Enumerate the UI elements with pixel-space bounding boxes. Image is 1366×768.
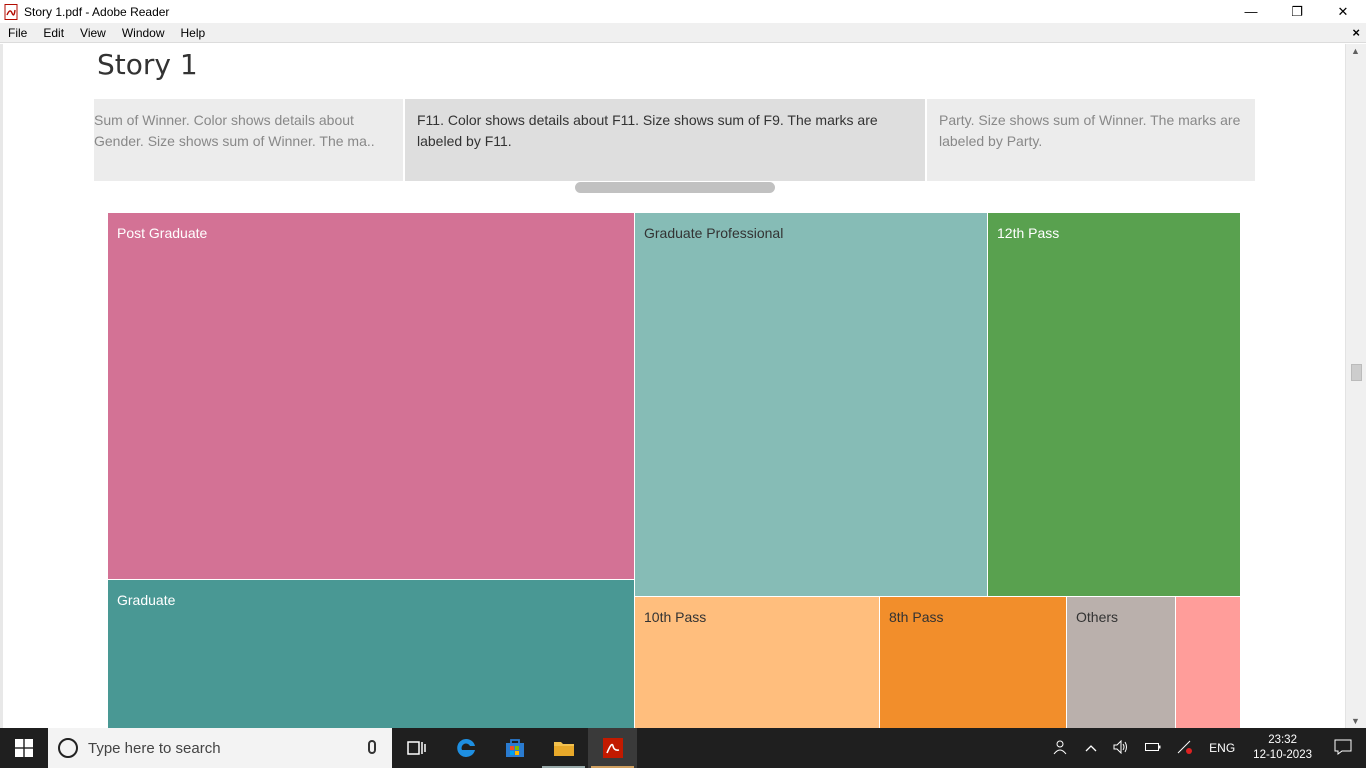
close-button[interactable]: ✕ — [1320, 0, 1366, 23]
treemap-cell-label: 8th Pass — [889, 609, 944, 625]
vertical-scrollbar[interactable]: ▲ ▼ — [1345, 44, 1366, 728]
menu-help[interactable]: Help — [173, 26, 214, 40]
battery-icon[interactable] — [1145, 741, 1161, 755]
search-placeholder: Type here to search — [88, 739, 221, 757]
story-point-3[interactable]: Party. Size shows sum of Winner. The mar… — [927, 99, 1255, 181]
treemap-cell-label: 12th Pass — [997, 225, 1060, 241]
treemap-cell-post-graduate[interactable]: Post Graduate — [108, 213, 634, 579]
story-horizontal-scrollbar[interactable] — [575, 182, 775, 193]
taskbar: Type here to search ENG 23:32 12-10-2023 — [0, 728, 1366, 768]
story-point-1[interactable]: Sum of Winner. Color shows details about… — [94, 99, 403, 181]
adobe-reader-taskbar-icon[interactable] — [588, 728, 637, 768]
taskbar-search-box[interactable]: Type here to search — [48, 728, 392, 768]
document-view[interactable]: Story 1 Sum of Winner. Color shows detai… — [0, 44, 1366, 728]
window-title: Story 1.pdf - Adobe Reader — [24, 4, 170, 19]
treemap-cell-8th-pass[interactable]: 8th Pass — [880, 597, 1066, 728]
cortana-icon — [58, 738, 78, 758]
adobe-pdf-icon — [4, 3, 18, 20]
story-navigator: Sum of Winner. Color shows details about… — [94, 99, 1255, 181]
clock[interactable]: 23:32 12-10-2023 — [1253, 733, 1312, 763]
chevron-up-icon[interactable] — [1085, 741, 1097, 755]
menu-file[interactable]: File — [0, 26, 35, 40]
title-bar: Story 1.pdf - Adobe Reader — ❐ ✕ — [0, 0, 1366, 23]
menu-window[interactable]: Window — [114, 26, 173, 40]
scroll-up-icon[interactable]: ▲ — [1351, 46, 1360, 56]
treemap-cell-graduate-professional[interactable]: Graduate Professional — [635, 213, 987, 596]
scroll-down-icon[interactable]: ▼ — [1351, 716, 1360, 726]
treemap-cell-label: Post Graduate — [117, 225, 208, 241]
notifications-icon[interactable] — [1334, 739, 1352, 758]
restore-button[interactable]: ❐ — [1274, 0, 1320, 23]
treemap-cell-graduate[interactable]: Graduate — [108, 580, 634, 728]
edge-browser-icon[interactable] — [441, 728, 490, 768]
treemap-cell-unlabeled[interactable] — [1176, 597, 1240, 728]
system-tray: ENG 23:32 12-10-2023 — [1045, 728, 1366, 768]
treemap-cell-label: Graduate Professional — [644, 225, 784, 241]
menu-view[interactable]: View — [72, 26, 114, 40]
task-view-icon[interactable] — [392, 728, 441, 768]
start-button[interactable] — [0, 728, 48, 768]
menu-bar: File Edit View Window Help × — [0, 23, 1366, 43]
story-point-2[interactable]: F11. Color shows details about F11. Size… — [405, 99, 925, 181]
clock-time: 23:32 — [1268, 734, 1297, 746]
treemap-cell-label: Others — [1076, 609, 1119, 625]
treemap-chart: Post Graduate Graduate Graduate Profession… — [108, 213, 1241, 728]
clock-date: 12-10-2023 — [1253, 749, 1312, 761]
file-explorer-icon[interactable] — [539, 728, 588, 768]
treemap-cell-12th-pass[interactable]: 12th Pass — [988, 213, 1240, 596]
store-icon[interactable] — [490, 728, 539, 768]
document-border — [0, 44, 3, 728]
windows-icon — [15, 739, 33, 757]
close-document-button[interactable]: × — [1352, 25, 1360, 40]
menu-edit[interactable]: Edit — [35, 26, 72, 40]
scroll-thumb[interactable] — [1351, 364, 1362, 381]
treemap-cell-10th-pass[interactable]: 10th Pass — [635, 597, 879, 728]
minimize-button[interactable]: — — [1228, 0, 1274, 23]
story-title: Story 1 — [97, 48, 198, 81]
treemap-cell-label: 10th Pass — [644, 609, 707, 625]
network-disconnected-icon[interactable] — [1177, 740, 1193, 757]
treemap-cell-label: Graduate — [117, 592, 176, 608]
treemap-cell-others[interactable]: Others — [1067, 597, 1175, 728]
microphone-icon[interactable] — [368, 740, 376, 754]
volume-icon[interactable] — [1113, 739, 1129, 757]
language-indicator[interactable]: ENG — [1209, 741, 1235, 755]
people-icon[interactable] — [1053, 739, 1069, 758]
